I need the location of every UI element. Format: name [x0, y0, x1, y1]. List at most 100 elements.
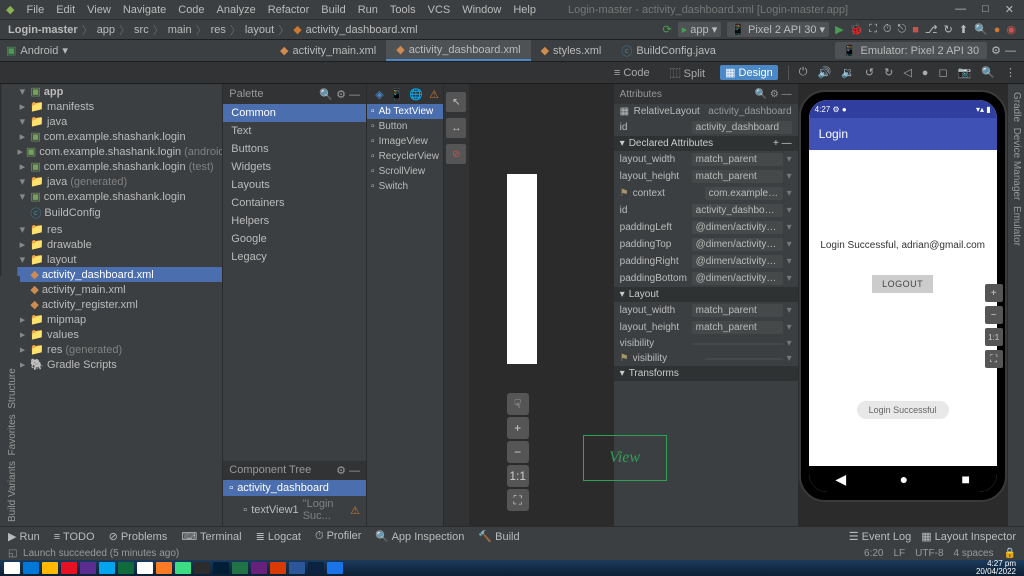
attr-row[interactable]: layout_heightmatch_parent▾: [614, 319, 798, 336]
menu-window[interactable]: Window: [462, 4, 501, 16]
emu-power-icon[interactable]: ⏻: [799, 66, 808, 79]
attr-row[interactable]: layout_widthmatch_parent▾: [614, 151, 798, 168]
palette-item[interactable]: ▫RecyclerView: [367, 149, 443, 164]
palette-item[interactable]: ▫ScrollView: [367, 164, 443, 179]
sync-icon[interactable]: ⟳: [662, 23, 671, 36]
attr-row[interactable]: ⚑contextcom.example.shashank.lc▾: [614, 185, 798, 202]
search-icon[interactable]: 🔍: [974, 23, 988, 36]
tb-app2[interactable]: [80, 562, 96, 574]
minimize-button[interactable]: —: [951, 3, 970, 16]
emu-side-expand[interactable]: ⛶: [985, 350, 1003, 368]
emu-home-icon[interactable]: ●: [922, 67, 929, 79]
attr-row[interactable]: layout_heightmatch_parent▾: [614, 168, 798, 185]
emu-volup-icon[interactable]: 🔊: [817, 66, 831, 79]
gear-icon[interactable]: ⚙: [991, 44, 1001, 57]
btm-run[interactable]: ▶ Run: [8, 530, 40, 543]
palette-item[interactable]: ▫Button: [367, 119, 443, 134]
viewmode-code[interactable]: ≡ Code: [609, 66, 655, 80]
palette-item[interactable]: ▫ImageView: [367, 134, 443, 149]
btm-inspection[interactable]: 🔍 App Inspection: [375, 530, 464, 543]
menu-help[interactable]: Help: [513, 4, 536, 16]
warning-icon[interactable]: ⚠: [429, 88, 439, 101]
phone-navbar[interactable]: ◀ ● ■: [809, 466, 997, 492]
tree-node[interactable]: ⓒ BuildConfig: [17, 204, 222, 222]
emu-back-icon[interactable]: ◁: [903, 66, 911, 79]
nav-back-icon[interactable]: ◀: [835, 471, 846, 488]
viewmode-design[interactable]: ▦ Design: [720, 65, 778, 80]
palette-cat[interactable]: Legacy: [223, 248, 366, 266]
tb-app3[interactable]: [99, 562, 115, 574]
attr-row[interactable]: layout_widthmatch_parent▾: [614, 302, 798, 319]
zoom-in-button[interactable]: +: [507, 417, 529, 439]
emu-side-fit[interactable]: 1:1: [985, 328, 1003, 346]
tb-edge[interactable]: [23, 562, 39, 574]
tree-node[interactable]: ▸📁 manifests: [17, 99, 222, 114]
status-encoding[interactable]: UTF-8: [915, 548, 943, 559]
tab-styles[interactable]: ◆styles.xml: [531, 41, 612, 60]
device-select[interactable]: 📱 Pixel 2 API 30 ▾: [727, 22, 829, 37]
attr-section-transforms[interactable]: Transforms: [629, 368, 679, 379]
commit-icon[interactable]: ⬆: [959, 23, 968, 36]
ctree-node[interactable]: ▫ activity_dashboard: [223, 480, 366, 496]
run-button[interactable]: ▶: [835, 23, 843, 36]
palette-cat[interactable]: Layouts: [223, 176, 366, 194]
zoom-out-button[interactable]: −: [507, 441, 529, 463]
attr-row[interactable]: idactivity_dashboard▾: [614, 202, 798, 219]
palette-item[interactable]: ▫Ab TextView: [367, 104, 443, 119]
btm-problems[interactable]: ⊘ Problems: [109, 530, 168, 543]
tree-node[interactable]: ▸📁 drawable: [17, 237, 222, 252]
vcs-icon[interactable]: ⎇: [925, 23, 938, 36]
attr-row[interactable]: paddingRight@dimen/activity_horizon▾: [614, 253, 798, 270]
viewmode-split[interactable]: ⿲ Split: [665, 64, 710, 82]
tree-node[interactable]: ◆ activity_main.xml: [17, 282, 222, 297]
view-outline[interactable]: View: [583, 435, 667, 481]
menu-refactor[interactable]: Refactor: [268, 4, 310, 16]
menu-navigate[interactable]: Navigate: [123, 4, 166, 16]
menu-edit[interactable]: Edit: [56, 4, 75, 16]
emu-side-plus[interactable]: +: [985, 284, 1003, 302]
btm-terminal[interactable]: ⌨ Terminal: [181, 530, 241, 543]
attr-row[interactable]: paddingLeft@dimen/activity_horizon▾: [614, 219, 798, 236]
tree-node[interactable]: ▾📁 layout: [17, 252, 222, 267]
orientation-icon[interactable]: 🌐: [409, 88, 423, 101]
palette-cat[interactable]: Buttons: [223, 140, 366, 158]
tb-app5[interactable]: [194, 562, 210, 574]
tree-node[interactable]: ▸📁 values: [17, 327, 222, 342]
taskbar-clock[interactable]: 4:27 pm20/04/2022: [976, 560, 1020, 576]
attr-row[interactable]: ⚑visibility▾: [614, 351, 798, 366]
run-config-select[interactable]: ▸ app ▾: [678, 22, 722, 37]
tree-node[interactable]: ▸▣ com.example.shashank.login (androidTe…: [17, 144, 222, 159]
left-rail-bottom[interactable]: Build Variants Favorites Structure: [0, 276, 20, 526]
tb-terminal[interactable]: [308, 562, 324, 574]
emu-rotright-icon[interactable]: ↻: [884, 66, 893, 79]
pan-tool-icon[interactable]: ↔: [446, 118, 466, 138]
status-indent[interactable]: 4 spaces: [954, 548, 994, 559]
tb-office[interactable]: [270, 562, 286, 574]
palette-cat[interactable]: Containers: [223, 194, 366, 212]
tree-node[interactable]: ▾📁 java (generated): [17, 174, 222, 189]
collapse-icon[interactable]: —: [1005, 45, 1016, 57]
tree-node[interactable]: ▸▣ com.example.shashank.login: [17, 129, 222, 144]
project-view-select[interactable]: ▣ Android ▾: [0, 44, 85, 57]
attr-row[interactable]: paddingBottom@dimen/activity_vertical▾: [614, 270, 798, 287]
tb-app1[interactable]: [61, 562, 77, 574]
menu-code[interactable]: Code: [178, 4, 204, 16]
status-lineend[interactable]: LF: [894, 548, 906, 559]
breadcrumb-res[interactable]: res: [211, 24, 226, 36]
emu-screenshot-icon[interactable]: 📷: [958, 66, 972, 79]
menu-analyze[interactable]: Analyze: [217, 4, 256, 16]
tree-node[interactable]: ◆ activity_register.xml: [17, 297, 222, 312]
nav-home-icon[interactable]: ●: [900, 471, 908, 487]
palette-item[interactable]: ▫Switch: [367, 179, 443, 194]
tb-chrome[interactable]: [137, 562, 153, 574]
close-button[interactable]: ✕: [1001, 3, 1018, 16]
breadcrumb-app[interactable]: app: [97, 24, 115, 36]
tb-xampp[interactable]: [156, 562, 172, 574]
menu-run[interactable]: Run: [358, 4, 378, 16]
palette-cat[interactable]: Common: [223, 104, 366, 122]
attr-id-value[interactable]: activity_dashboard: [692, 121, 792, 134]
emu-rotleft-icon[interactable]: ↺: [865, 66, 874, 79]
blueprint-preview[interactable]: [507, 174, 537, 364]
attr-section-declared[interactable]: Declared Attributes: [629, 138, 714, 149]
palette-gear-icon[interactable]: ⚙: [336, 89, 346, 101]
